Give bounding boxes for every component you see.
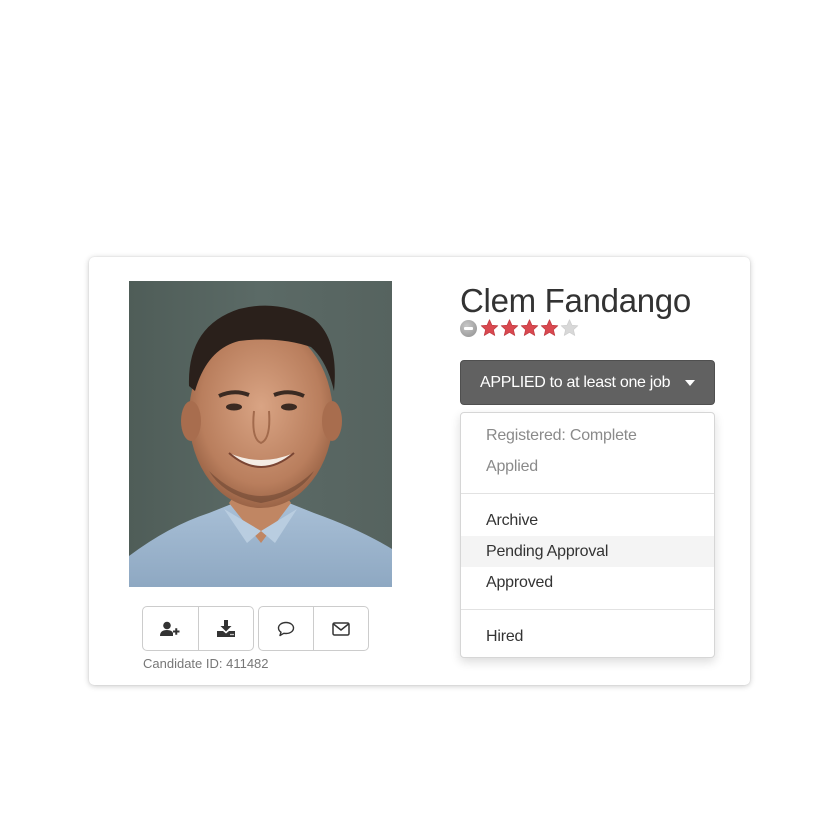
menu-item-approved[interactable]: Approved [461, 567, 714, 598]
email-button[interactable] [313, 607, 368, 650]
menu-item-applied: Applied [486, 458, 538, 475]
download-button[interactable] [197, 607, 254, 650]
candidate-id: Candidate ID: 411482 [143, 656, 269, 671]
candidate-name: Clem Fandango [460, 282, 691, 319]
status-dropdown-menu: Registered: Complete Applied Archive Pen… [460, 412, 715, 658]
menu-divider [461, 609, 714, 610]
star-filled-icon[interactable] [540, 319, 559, 337]
menu-item-hired[interactable]: Hired [461, 621, 714, 652]
envelope-icon [332, 621, 350, 636]
star-empty-icon[interactable] [560, 319, 579, 337]
status-dropdown-button[interactable]: APPLIED to at least one job [460, 360, 715, 405]
download-icon [216, 620, 235, 637]
minus-circle-icon[interactable] [460, 319, 477, 337]
star-rating[interactable] [460, 319, 579, 337]
add-user-button[interactable] [143, 607, 198, 650]
profile-actions-group [142, 606, 254, 651]
menu-item-archive[interactable]: Archive [461, 505, 714, 536]
menu-divider [461, 493, 714, 494]
communication-actions-group [258, 606, 369, 651]
status-button-label: APPLIED to at least one job [480, 373, 671, 391]
candidate-photo [129, 281, 392, 587]
speech-bubble-icon [277, 621, 295, 636]
star-filled-icon[interactable] [520, 319, 539, 337]
caret-down-icon [685, 380, 695, 386]
star-filled-icon[interactable] [500, 319, 519, 337]
user-plus-icon [160, 621, 180, 636]
star-filled-icon[interactable] [480, 319, 499, 337]
comment-button[interactable] [259, 607, 313, 650]
menu-item-pending-approval[interactable]: Pending Approval [461, 536, 714, 567]
menu-item-registered: Registered: Complete [486, 427, 637, 444]
